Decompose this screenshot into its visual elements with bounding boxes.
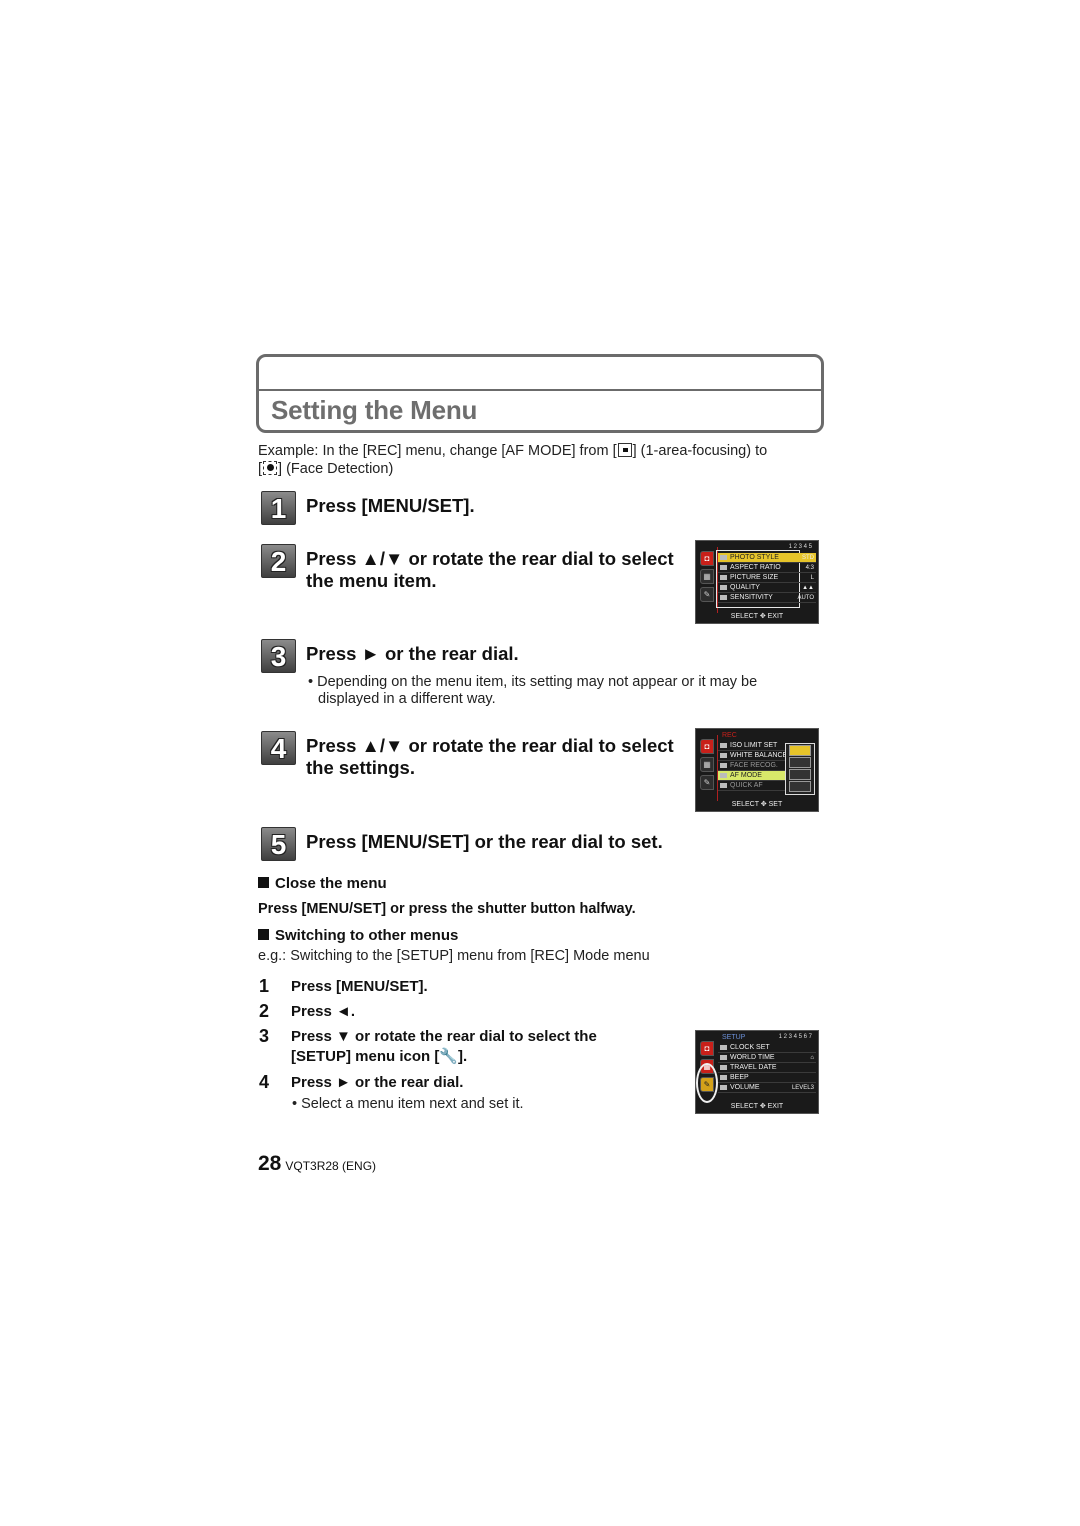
menu-item: CLOCK SET bbox=[718, 1043, 816, 1053]
menu-tabs: ◘ ▦ ✎ bbox=[700, 739, 716, 799]
menu-item: FACE RECOG. bbox=[718, 761, 790, 771]
document-code: VQT3R28 (ENG) bbox=[285, 1159, 377, 1173]
highlight-ring bbox=[696, 1063, 718, 1103]
menu-item: TRAVEL DATE bbox=[718, 1063, 816, 1073]
menu-item: ASPECT RATIO 4:3 bbox=[718, 563, 816, 573]
menu-tabs: ◘ ▦ ✎ bbox=[700, 551, 716, 611]
setup-tab-icon: ✎ bbox=[700, 587, 714, 602]
step-number-badge: 3 bbox=[261, 639, 296, 673]
menu-items: CLOCK SET WORLD TIME ⌂ TRAVEL DATE BEEP V… bbox=[718, 1043, 816, 1093]
face-detection-icon bbox=[263, 461, 278, 475]
23-area-option-icon bbox=[789, 769, 811, 780]
camera-screen-setup-menu: ◘ ▦ ✎ SETUP 1 2 3 4 5 6 7 CLOCK SET WORL… bbox=[695, 1030, 819, 1114]
af-mode-options bbox=[785, 743, 815, 795]
setup-tab-icon: ✎ bbox=[700, 775, 714, 790]
close-menu-text: Press [MENU/SET] or press the shutter bu… bbox=[258, 901, 636, 917]
wrench-icon: 🔧 bbox=[439, 1048, 459, 1065]
screen-footer: SELECT ✥ SET bbox=[731, 801, 783, 808]
menu-item: QUICK AF bbox=[718, 781, 790, 791]
motion-tab-icon: ▦ bbox=[700, 757, 714, 772]
camera-screen-af-mode: ◘ ▦ ✎ REC ISO LIMIT SET WHITE BALANCE FA… bbox=[695, 728, 819, 812]
step-text: Press ▲/▼ or rotate the rear dial to sel… bbox=[306, 735, 674, 778]
menu-item: BEEP bbox=[718, 1073, 816, 1083]
switching-example: e.g.: Switching to the [SETUP] menu from… bbox=[258, 948, 650, 964]
section-title-box: Setting the Menu bbox=[256, 354, 824, 433]
screen-footer: SELECT ✥ EXIT bbox=[730, 1103, 784, 1110]
menu-item: PICTURE SIZE L bbox=[718, 573, 816, 583]
step-number-badge: 1 bbox=[261, 491, 296, 525]
step-number-badge: 2 bbox=[261, 544, 296, 578]
page-footer: 28 VQT3R28 (ENG) bbox=[258, 1152, 376, 1176]
step-text: Press ► or the rear dial. bbox=[306, 643, 519, 664]
close-menu-heading: Close the menu bbox=[258, 875, 387, 892]
screen-footer: SELECT ✥ EXIT bbox=[730, 613, 784, 620]
menu-item: WORLD TIME ⌂ bbox=[718, 1053, 816, 1063]
step-text: Press ▲/▼ or rotate the rear dial to sel… bbox=[306, 548, 674, 591]
step-number-badge: 4 bbox=[261, 731, 296, 765]
menu-item: WHITE BALANCE bbox=[718, 751, 790, 761]
1-area-option-icon bbox=[789, 781, 811, 792]
step-3-note: • Depending on the menu item, its settin… bbox=[308, 674, 758, 707]
page-number: 28 bbox=[258, 1152, 282, 1175]
step-number-badge: 5 bbox=[261, 827, 296, 861]
menu-item: QUALITY ▲▲ bbox=[718, 583, 816, 593]
rec-tab-icon: ◘ bbox=[700, 739, 714, 754]
menu-items: PHOTO STYLE STD ASPECT RATIO 4:3 PICTURE S… bbox=[718, 553, 816, 603]
tracking-option-icon bbox=[789, 757, 811, 768]
1-area-focus-icon bbox=[617, 443, 632, 457]
title-divider bbox=[259, 389, 821, 391]
step-text: Press [MENU/SET] or the rear dial to set… bbox=[306, 831, 663, 852]
menu-items: ISO LIMIT SET WHITE BALANCE FACE RECOG. … bbox=[718, 741, 790, 791]
square-bullet-icon bbox=[258, 929, 269, 940]
step-text: Press [MENU/SET]. bbox=[306, 495, 475, 516]
rec-tab-icon: ◘ bbox=[700, 1041, 714, 1056]
square-bullet-icon bbox=[258, 877, 269, 888]
motion-tab-icon: ▦ bbox=[700, 569, 714, 584]
page-title: Setting the Menu bbox=[271, 395, 478, 425]
switching-menus-heading: Switching to other menus bbox=[258, 927, 458, 944]
sub-step-4-note: • Select a menu item next and set it. bbox=[292, 1096, 524, 1112]
menu-item: PHOTO STYLE STD bbox=[718, 553, 816, 563]
face-detection-option-icon bbox=[789, 745, 811, 756]
menu-item: ISO LIMIT SET bbox=[718, 741, 790, 751]
example-text: Example: In the [REC] menu, change [AF M… bbox=[258, 443, 768, 477]
camera-screen-rec-menu: ◘ ▦ ✎ 1 2 3 4 5 PHOTO STYLE STD ASPECT RA… bbox=[695, 540, 819, 624]
rec-tab-icon: ◘ bbox=[700, 551, 714, 566]
menu-item: SENSITIVITY AUTO bbox=[718, 593, 816, 603]
menu-item: VOLUME LEVEL3 bbox=[718, 1083, 816, 1093]
menu-item: AF MODE bbox=[718, 771, 790, 781]
